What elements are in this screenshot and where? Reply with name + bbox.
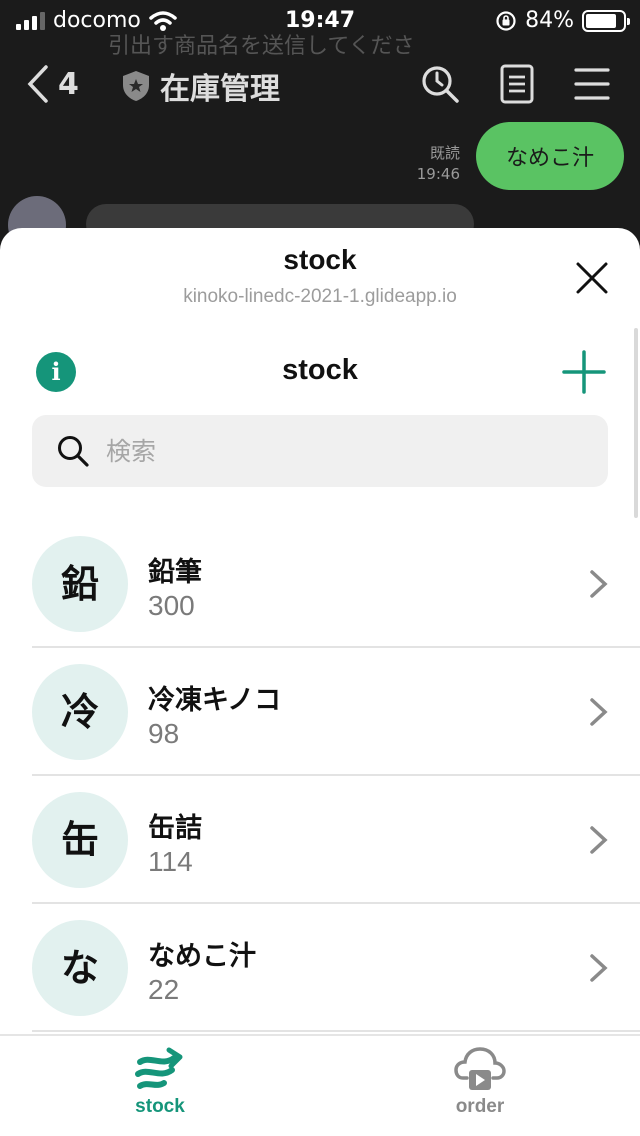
- close-icon[interactable]: [570, 256, 614, 300]
- add-icon[interactable]: [562, 350, 606, 394]
- chevron-right-icon: [590, 570, 608, 598]
- chat-title-text: 在庫管理: [160, 72, 280, 107]
- divider: [32, 1030, 640, 1032]
- chat-header-actions: [420, 64, 610, 104]
- cloud-play-icon: [454, 1047, 506, 1090]
- item-quantity: 114: [148, 846, 193, 877]
- screen: docomo 19:47 84% 引出す商品名を送信してくださ 4 在庫管理 既…: [0, 0, 640, 1136]
- tab-label: order: [455, 1096, 505, 1117]
- chat-title[interactable]: 在庫管理: [122, 64, 280, 108]
- bottom-tab-bar: stock order: [0, 1034, 640, 1136]
- list-item[interactable]: 鉛 鉛筆 300: [0, 520, 640, 648]
- battery-group: 84%: [495, 8, 630, 33]
- unread-count: 4: [58, 66, 79, 102]
- stock-list: 鉛 鉛筆 300 冷 冷凍キノコ 98 缶 缶詰 114 な なめこ汁 22: [0, 520, 640, 1032]
- item-name: 鉛筆: [148, 557, 202, 588]
- chat-header: 4 在庫管理: [0, 52, 640, 116]
- item-quantity: 300: [148, 590, 195, 621]
- read-label: 既読: [429, 144, 460, 162]
- battery-icon: [582, 9, 630, 32]
- back-button[interactable]: 4: [26, 64, 79, 104]
- my-message-bubble[interactable]: なめこ汁: [475, 122, 624, 190]
- list-item[interactable]: な なめこ汁 22: [0, 904, 640, 1032]
- item-name: 缶詰: [148, 813, 202, 844]
- search-history-icon[interactable]: [420, 64, 460, 104]
- read-receipt: 既読 19:46: [417, 143, 460, 185]
- official-shield-icon: [123, 71, 149, 101]
- item-name: 冷凍キノコ: [148, 685, 282, 716]
- sheet-url: kinoko-linedc-2021-1.glideapp.io: [183, 286, 457, 307]
- list-item[interactable]: 冷 冷凍キノコ 98: [0, 648, 640, 776]
- item-avatar: 缶: [32, 792, 128, 888]
- item-name: なめこ汁: [148, 941, 256, 972]
- list-item[interactable]: 缶 缶詰 114: [0, 776, 640, 904]
- chevron-right-icon: [590, 826, 608, 854]
- message-time: 19:46: [416, 165, 460, 183]
- stock-arrows-icon: [135, 1047, 183, 1089]
- rotation-lock-icon: [496, 10, 516, 31]
- search-icon: [58, 436, 89, 467]
- search-bar[interactable]: [32, 415, 608, 487]
- chevron-right-icon: [590, 698, 608, 726]
- search-input[interactable]: [106, 436, 546, 466]
- sheet-title: stock: [283, 244, 357, 275]
- tab-label: stock: [135, 1096, 185, 1117]
- app-sheet: stock kinoko-linedc-2021-1.glideapp.io i…: [0, 228, 640, 1136]
- battery-percent: 84%: [525, 8, 574, 33]
- notes-icon[interactable]: [500, 64, 534, 104]
- tab-order[interactable]: order: [320, 1046, 640, 1136]
- item-quantity: 22: [148, 974, 180, 1005]
- item-avatar: 鉛: [32, 536, 128, 632]
- item-quantity: 98: [148, 718, 180, 749]
- chevron-left-icon: [27, 65, 48, 103]
- menu-icon[interactable]: [574, 64, 610, 104]
- item-avatar: 冷: [32, 664, 128, 760]
- app-bar: i stock: [0, 340, 640, 404]
- chevron-right-icon: [590, 954, 608, 982]
- item-avatar: な: [32, 920, 128, 1016]
- page-title: stock: [282, 354, 358, 386]
- tab-stock[interactable]: stock: [0, 1046, 320, 1136]
